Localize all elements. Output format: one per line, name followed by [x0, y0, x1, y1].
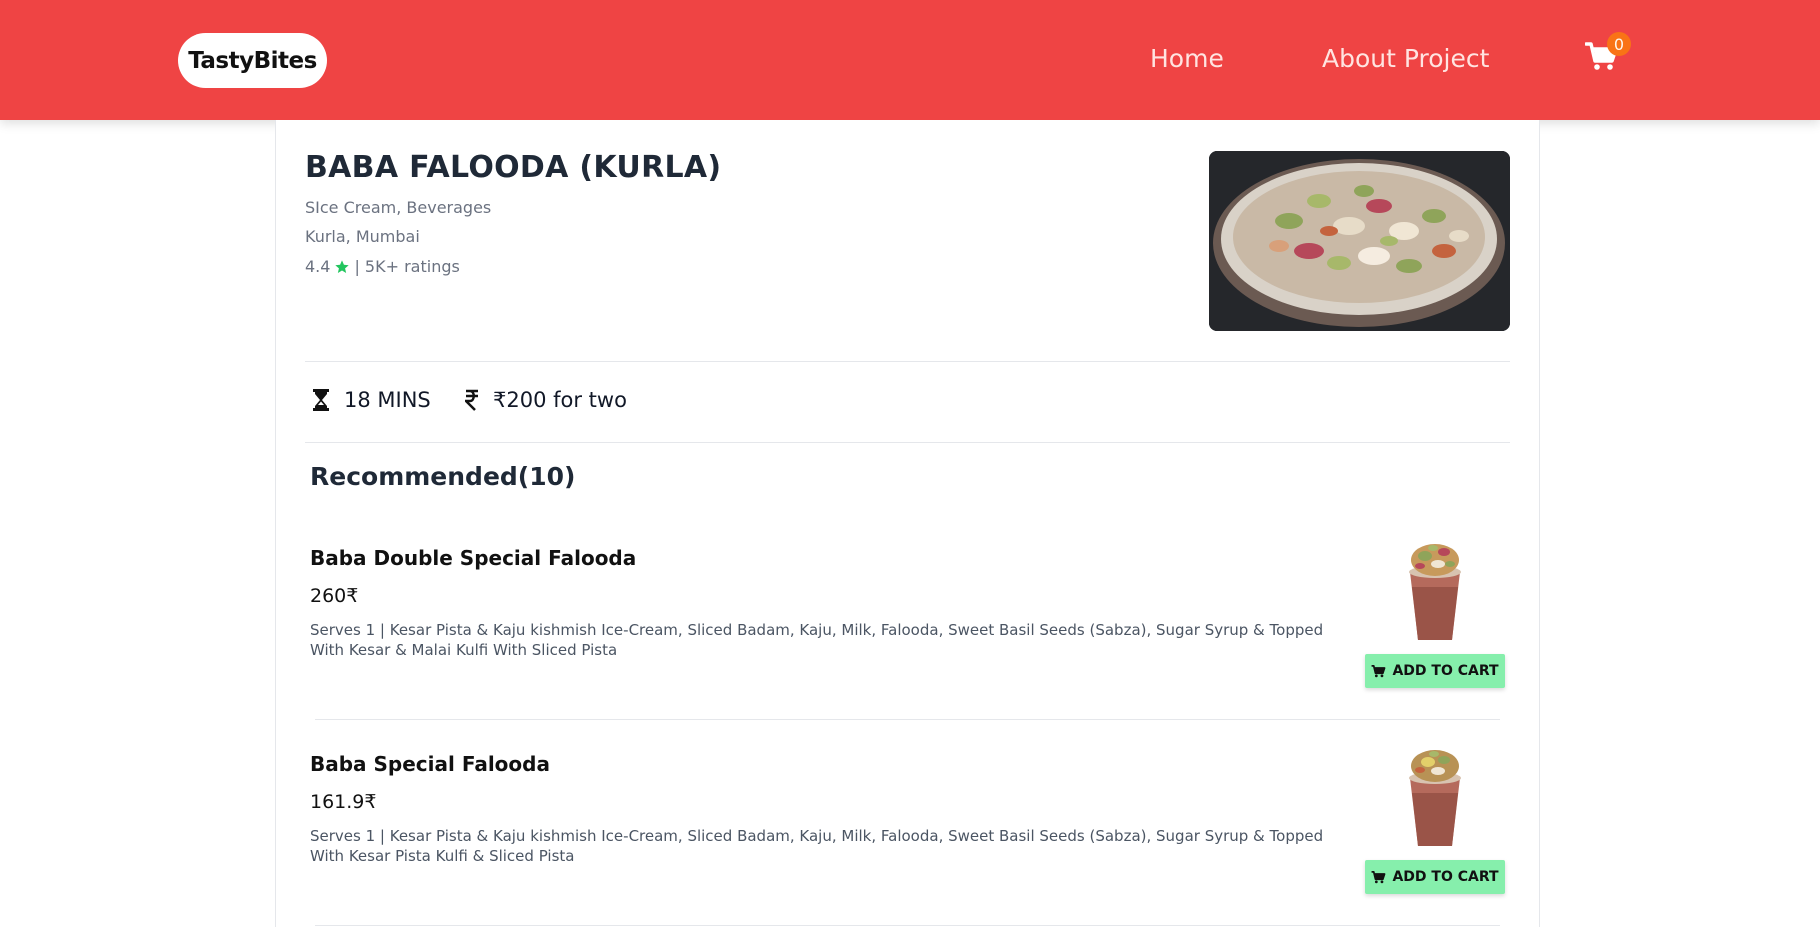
menu-item: Baba Special Falooda 161.9₹ Serves 1 | K…: [310, 752, 1510, 866]
item-divider: [315, 925, 1500, 926]
brand-logo[interactable]: TastyBites: [178, 33, 327, 88]
cost-for-two: ₹200 for two: [465, 388, 627, 412]
cart-icon: [1372, 664, 1386, 677]
restaurant-location: Kurla, Mumbai: [305, 227, 420, 246]
menu-item-description: Serves 1 | Kesar Pista & Kaju kishmish I…: [310, 827, 1324, 865]
ratings-count: | 5K+ ratings: [354, 257, 460, 276]
rupee-icon: [465, 389, 479, 411]
cart-icon: [1372, 870, 1386, 883]
falooda-glass-photo: [1400, 542, 1470, 642]
add-to-cart-button[interactable]: ADD TO CART: [1365, 654, 1505, 688]
falooda-glass-photo: [1400, 748, 1470, 848]
menu-item-price: 161.9₹: [310, 791, 377, 813]
item-divider: [315, 719, 1500, 720]
menu-item: Baba Double Special Falooda 260₹ Serves …: [310, 546, 1510, 660]
restaurant-cuisines: SIce Cream, Beverages: [305, 198, 492, 217]
hourglass-icon: [312, 388, 330, 412]
divider: [305, 361, 1510, 362]
cost-for-two-text: ₹200 for two: [493, 388, 627, 412]
delivery-time-text: 18 MINS: [344, 388, 431, 412]
nav-home-link[interactable]: Home: [1150, 44, 1224, 73]
recommended-section-title: Recommended(10): [310, 462, 576, 491]
add-to-cart-label: ADD TO CART: [1392, 869, 1499, 885]
add-to-cart-button[interactable]: ADD TO CART: [1365, 860, 1505, 894]
delivery-time: 18 MINS: [312, 388, 431, 412]
menu-item-description: Serves 1 | Kesar Pista & Kaju kishmish I…: [310, 621, 1324, 659]
top-navbar: TastyBites Home About Project 0: [0, 0, 1820, 120]
restaurant-rating: 4.4 | 5K+ ratings: [305, 257, 460, 276]
add-to-cart-label: ADD TO CART: [1392, 663, 1499, 679]
menu-item-price: 260₹: [310, 585, 359, 607]
rating-value: 4.4: [305, 257, 331, 276]
menu-item-name: Baba Special Falooda: [310, 752, 550, 776]
star-icon: [335, 259, 350, 273]
divider: [305, 442, 1510, 443]
restaurant-name: BABA FALOODA (KURLA): [305, 150, 722, 185]
nav-about-link[interactable]: About Project: [1322, 44, 1489, 73]
falooda-bowl-photo: [1209, 151, 1510, 331]
cart-count-badge: 0: [1607, 32, 1631, 56]
menu-item-name: Baba Double Special Falooda: [310, 546, 637, 570]
